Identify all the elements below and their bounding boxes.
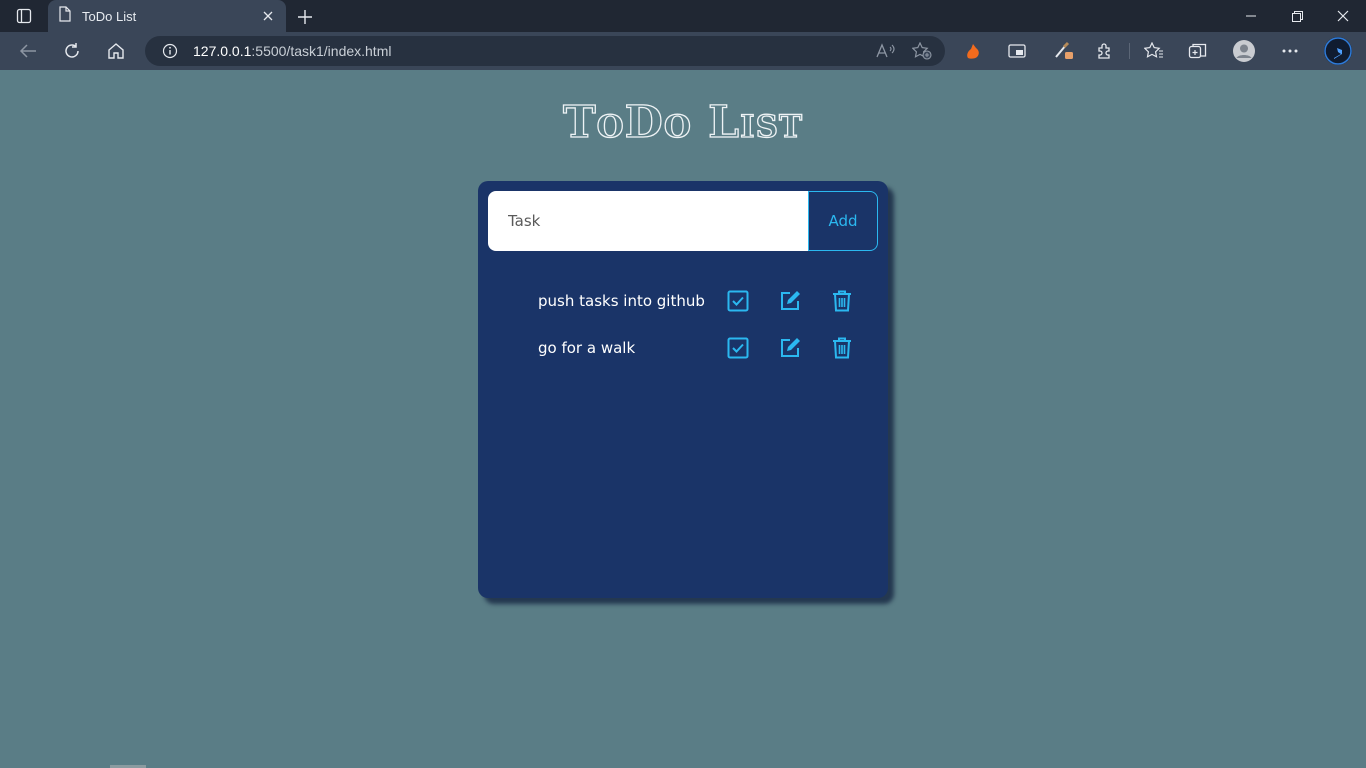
browser-tab-active[interactable]: ToDo List — [48, 0, 286, 32]
restore-icon[interactable] — [1274, 0, 1320, 32]
more-options-icon[interactable] — [1276, 38, 1304, 64]
back-icon[interactable] — [14, 38, 42, 64]
page-title: ToDo List — [562, 96, 804, 148]
favorites-icon[interactable] — [1140, 38, 1168, 64]
url-path: :5500/task1/index.html — [251, 43, 392, 59]
add-favorite-icon[interactable] — [908, 38, 936, 64]
delete-trash-icon[interactable] — [830, 289, 854, 313]
new-tab-icon[interactable] — [294, 6, 316, 28]
read-aloud-icon[interactable] — [872, 38, 900, 64]
home-icon[interactable] — [102, 38, 130, 64]
extension-orange-icon[interactable] — [959, 38, 987, 64]
extension-brush-icon[interactable] — [1050, 38, 1078, 64]
close-window-icon[interactable] — [1320, 0, 1366, 32]
bing-copilot-icon[interactable] — [1322, 35, 1354, 67]
complete-checkbox-icon[interactable] — [726, 289, 750, 313]
profile-avatar-icon[interactable] — [1230, 38, 1258, 64]
task-text: go for a walk — [538, 339, 636, 357]
close-tab-icon[interactable] — [260, 8, 276, 24]
page-icon — [58, 6, 72, 26]
edit-icon[interactable] — [778, 336, 802, 360]
edit-icon[interactable] — [778, 289, 802, 313]
extensions-icon[interactable] — [1091, 38, 1119, 64]
task-item: push tasks into github — [538, 287, 868, 317]
complete-checkbox-icon[interactable] — [726, 336, 750, 360]
refresh-icon[interactable] — [58, 38, 86, 64]
picture-in-picture-icon[interactable] — [1003, 38, 1031, 64]
browser-tabbar: ToDo List — [0, 0, 1366, 32]
site-info-icon[interactable] — [160, 42, 180, 60]
add-button[interactable]: Add — [808, 191, 878, 251]
tab-actions-icon[interactable] — [10, 7, 38, 25]
address-url[interactable]: 127.0.0.1:5500/task1/index.html — [193, 42, 391, 60]
minimize-icon[interactable] — [1228, 0, 1274, 32]
tab-title: ToDo List — [82, 8, 137, 24]
task-input[interactable] — [488, 191, 809, 251]
task-text: push tasks into github — [538, 292, 705, 310]
collections-icon[interactable] — [1184, 38, 1212, 64]
toolbar-separator — [1129, 43, 1130, 59]
url-host: 127.0.0.1 — [193, 43, 252, 59]
task-item: go for a walk — [538, 334, 868, 364]
delete-trash-icon[interactable] — [830, 336, 854, 360]
